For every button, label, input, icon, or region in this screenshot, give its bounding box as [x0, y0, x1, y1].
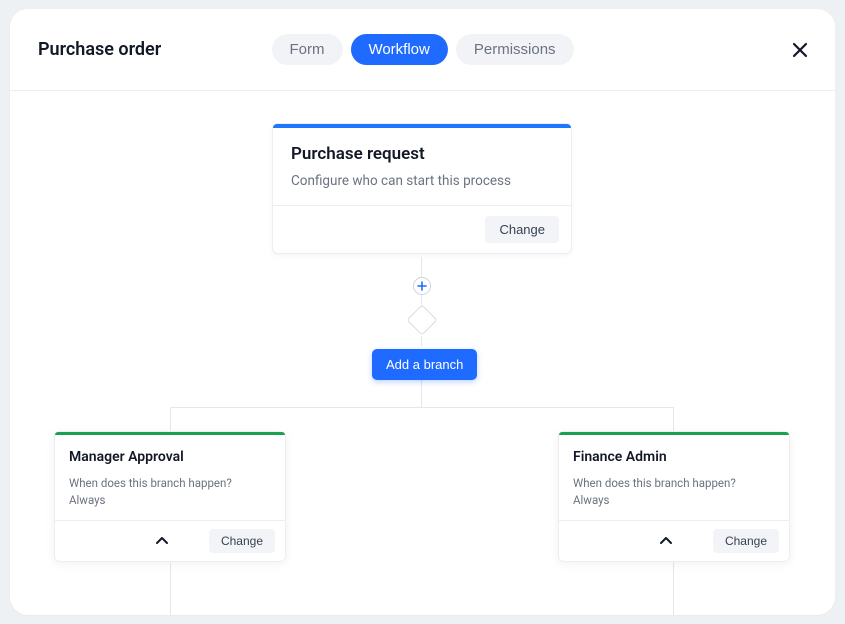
expand-button[interactable]	[655, 530, 677, 553]
branch-answer: Always	[69, 492, 271, 509]
branch-answer: Always	[573, 492, 775, 509]
page-title: Purchase order	[38, 39, 161, 60]
decision-node[interactable]	[406, 304, 437, 335]
expand-button[interactable]	[151, 530, 173, 553]
add-step-button[interactable]	[413, 277, 431, 295]
branch-title: Manager Approval	[69, 449, 271, 465]
start-node-subtitle: Configure who can start this process	[291, 172, 553, 191]
plus-icon	[417, 281, 427, 291]
branch-question: When does this branch happen?	[69, 475, 271, 492]
add-branch-button[interactable]: Add a branch	[372, 349, 477, 380]
chevron-up-icon	[659, 536, 673, 546]
connector-line	[421, 336, 422, 346]
connector-line	[421, 377, 422, 407]
tab-workflow[interactable]: Workflow	[350, 34, 447, 65]
tab-permissions[interactable]: Permissions	[456, 34, 574, 65]
change-button[interactable]: Change	[713, 529, 779, 553]
branch-card-left[interactable]: Manager Approval When does this branch h…	[54, 431, 286, 562]
view-tabs: Form Workflow Permissions	[271, 34, 573, 65]
branch-question: When does this branch happen?	[573, 475, 775, 492]
change-button[interactable]: Change	[209, 529, 275, 553]
branch-title: Finance Admin	[573, 449, 775, 465]
connector-line	[170, 563, 171, 615]
start-node-title: Purchase request	[291, 144, 553, 164]
connector-line	[170, 407, 171, 431]
close-icon	[791, 41, 809, 59]
connector-line	[421, 257, 422, 279]
close-button[interactable]	[791, 41, 809, 59]
chevron-up-icon	[155, 536, 169, 546]
connector-line	[170, 407, 674, 408]
connector-line	[673, 407, 674, 431]
start-node[interactable]: Purchase request Configure who can start…	[272, 123, 572, 254]
tab-form[interactable]: Form	[271, 34, 342, 65]
change-button[interactable]: Change	[485, 216, 559, 243]
branch-card-right[interactable]: Finance Admin When does this branch happ…	[558, 431, 790, 562]
